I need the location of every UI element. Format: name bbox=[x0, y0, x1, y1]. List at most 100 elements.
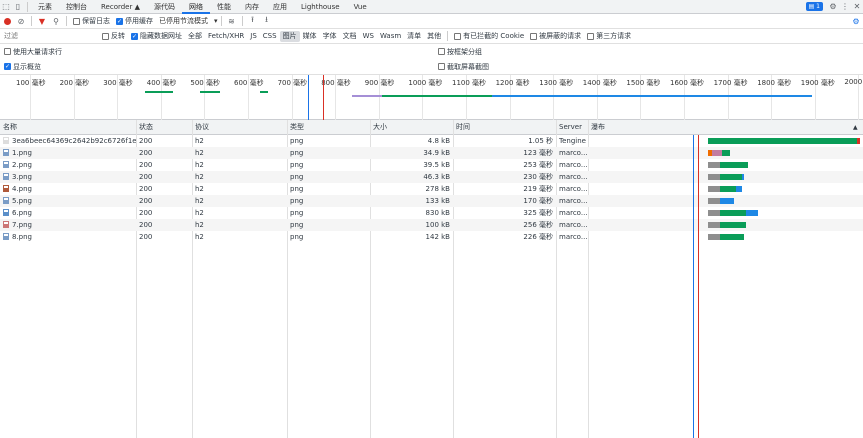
waterfall-bar[interactable] bbox=[720, 234, 744, 240]
tab-8[interactable]: Lighthouse bbox=[294, 0, 347, 14]
table-row[interactable]: 6.png 200 h2 png 830 kB 325 毫秒 marco... bbox=[0, 207, 863, 219]
cell-text: 200 bbox=[139, 233, 153, 241]
waterfall-bar[interactable] bbox=[708, 234, 720, 240]
third-party-checkbox[interactable]: 第三方请求 bbox=[587, 31, 631, 41]
waterfall-bar[interactable] bbox=[720, 186, 736, 192]
column-header-7[interactable]: 瀑布 bbox=[588, 120, 863, 135]
cell-text: 1.png bbox=[12, 149, 33, 157]
tab-3[interactable]: 源代码 bbox=[147, 0, 182, 14]
filter-type-10[interactable]: 清单 bbox=[404, 31, 424, 42]
table-row[interactable]: 4.png 200 h2 png 278 kB 219 毫秒 marco... bbox=[0, 183, 863, 195]
tab-0[interactable]: 元素 bbox=[31, 0, 59, 14]
tab-7[interactable]: 应用 bbox=[266, 0, 294, 14]
cell-text: 170 毫秒 bbox=[523, 197, 553, 205]
sort-ascending-icon[interactable]: ▲ bbox=[850, 120, 858, 135]
invert-checkbox[interactable]: 反转 bbox=[102, 31, 125, 41]
inspect-element-icon[interactable]: ⬚ bbox=[0, 0, 12, 14]
waterfall-bar[interactable] bbox=[720, 222, 746, 228]
tab-6[interactable]: 内存 bbox=[238, 0, 266, 14]
waterfall-bar[interactable] bbox=[746, 210, 758, 216]
filter-type-1[interactable]: Fetch/XHR bbox=[205, 31, 247, 42]
filter-type-7[interactable]: 文档 bbox=[340, 31, 360, 42]
table-row[interactable]: 3.png 200 h2 png 46.3 kB 230 毫秒 marco... bbox=[0, 171, 863, 183]
table-row[interactable]: 1.png 200 h2 png 34.9 kB 123 毫秒 marco... bbox=[0, 147, 863, 159]
filter-type-4[interactable]: 图片 bbox=[279, 30, 300, 42]
cell-text: 2.png bbox=[12, 161, 33, 169]
filter-type-5[interactable]: 媒体 bbox=[300, 31, 320, 42]
tab-1[interactable]: 控制台 bbox=[59, 0, 94, 14]
import-har-icon[interactable]: ⭱ bbox=[246, 14, 260, 29]
waterfall-bar[interactable] bbox=[712, 150, 722, 156]
filter-icon[interactable]: ▼ bbox=[35, 14, 49, 29]
cell-text: h2 bbox=[195, 149, 204, 157]
tab-2[interactable]: Recorder ▲ bbox=[94, 0, 147, 14]
filter-type-0[interactable]: 全部 bbox=[185, 31, 205, 42]
waterfall-bar[interactable] bbox=[708, 186, 720, 192]
device-toolbar-icon[interactable]: ▯ bbox=[12, 0, 24, 14]
clear-icon[interactable]: ⊘ bbox=[14, 14, 28, 29]
close-icon[interactable]: ✕ bbox=[851, 0, 863, 14]
waterfall-bar[interactable] bbox=[708, 162, 720, 168]
cell-time: 253 毫秒 bbox=[453, 159, 556, 171]
blocked-requests-checkbox[interactable]: 被屏蔽的请求 bbox=[530, 31, 581, 41]
filter-type-2[interactable]: JS bbox=[247, 31, 260, 42]
network-conditions-icon[interactable]: ≋ bbox=[225, 14, 239, 29]
throttle-select[interactable]: 已停用节流模式 ▾ bbox=[159, 16, 218, 26]
export-har-icon[interactable]: ⭳ bbox=[260, 14, 274, 29]
cell-text: 7.png bbox=[12, 221, 33, 229]
network-settings-gear-icon[interactable]: ⚙ bbox=[849, 14, 863, 29]
column-header-4[interactable]: 大小 bbox=[370, 120, 453, 135]
issues-badge[interactable]: ▤ 1 bbox=[805, 2, 823, 11]
cell-status: 200 bbox=[136, 171, 192, 183]
column-header-2[interactable]: 协议 bbox=[192, 120, 287, 135]
column-header-6[interactable]: Server bbox=[556, 120, 588, 135]
table-row[interactable]: 7.png 200 h2 png 100 kB 256 毫秒 marco... bbox=[0, 219, 863, 231]
more-menu-icon[interactable]: ⋮ bbox=[839, 0, 851, 14]
disable-cache-checkbox[interactable]: ✓ 停用缓存 bbox=[116, 16, 153, 26]
record-icon[interactable] bbox=[0, 14, 14, 29]
table-row[interactable]: 2.png 200 h2 png 39.5 kB 253 毫秒 marco... bbox=[0, 159, 863, 171]
waterfall-bar[interactable] bbox=[708, 222, 720, 228]
tab-5[interactable]: 性能 bbox=[210, 0, 238, 14]
group-by-frame-checkbox[interactable]: 按框架分组 bbox=[438, 47, 482, 57]
waterfall-bar[interactable] bbox=[708, 138, 858, 144]
column-header-5[interactable]: 时间 bbox=[453, 120, 556, 135]
search-icon[interactable]: ⚲ bbox=[49, 14, 63, 29]
cell-status: 200 bbox=[136, 135, 192, 147]
show-overview-checkbox[interactable]: ✓ 显示概览 bbox=[4, 62, 41, 72]
waterfall-bar[interactable] bbox=[720, 174, 742, 180]
hide-data-urls-label: 隐藏数据网址 bbox=[140, 32, 182, 40]
capture-screenshots-checkbox[interactable]: 截取屏幕截图 bbox=[438, 62, 489, 72]
waterfall-bar[interactable] bbox=[736, 186, 742, 192]
blocked-cookies-checkbox[interactable]: 有已拦截的 Cookie bbox=[454, 31, 524, 41]
filter-type-3[interactable]: CSS bbox=[260, 31, 280, 42]
filter-input[interactable] bbox=[4, 30, 99, 42]
table-row[interactable]: 8.png 200 h2 png 142 kB 226 毫秒 marco... bbox=[0, 231, 863, 243]
filter-type-8[interactable]: WS bbox=[360, 31, 377, 42]
table-row[interactable]: 5.png 200 h2 png 133 kB 170 毫秒 marco... bbox=[0, 195, 863, 207]
timeline-overview[interactable]: 100 毫秒 200 毫秒 300 毫秒 400 毫秒 500 毫秒 600 毫秒 700 … bbox=[0, 74, 863, 120]
settings-gear-icon[interactable]: ⚙ bbox=[827, 0, 839, 14]
preserve-log-checkbox[interactable]: 保留日志 bbox=[73, 16, 110, 26]
tab-9[interactable]: Vue bbox=[347, 0, 374, 14]
waterfall-bar[interactable] bbox=[722, 150, 730, 156]
column-header-3[interactable]: 类型 bbox=[287, 120, 370, 135]
waterfall-bar[interactable] bbox=[720, 210, 746, 216]
filter-type-9[interactable]: Wasm bbox=[377, 31, 404, 42]
hide-data-urls-checkbox[interactable]: ✓ 隐藏数据网址 bbox=[131, 31, 182, 41]
column-header-1[interactable]: 状态 bbox=[136, 120, 192, 135]
waterfall-bar[interactable] bbox=[708, 174, 720, 180]
waterfall-bar[interactable] bbox=[708, 210, 720, 216]
filter-type-6[interactable]: 字体 bbox=[320, 31, 340, 42]
waterfall-bar[interactable] bbox=[720, 162, 748, 168]
waterfall-bar[interactable] bbox=[708, 198, 720, 204]
filter-type-11[interactable]: 其他 bbox=[424, 31, 444, 42]
waterfall-bar[interactable] bbox=[720, 198, 734, 204]
issues-count: 1 bbox=[816, 3, 820, 10]
column-header-0[interactable]: 名称 bbox=[0, 120, 136, 135]
table-row[interactable]: 3ea6beec64369c2642b92c6726f1epn...200 h2 p… bbox=[0, 135, 863, 147]
waterfall-bar[interactable] bbox=[857, 138, 860, 144]
tab-4[interactable]: 网络 bbox=[181, 0, 210, 14]
large-rows-checkbox[interactable]: 使用大量请求行 bbox=[4, 47, 62, 57]
waterfall-bar[interactable] bbox=[742, 174, 744, 180]
